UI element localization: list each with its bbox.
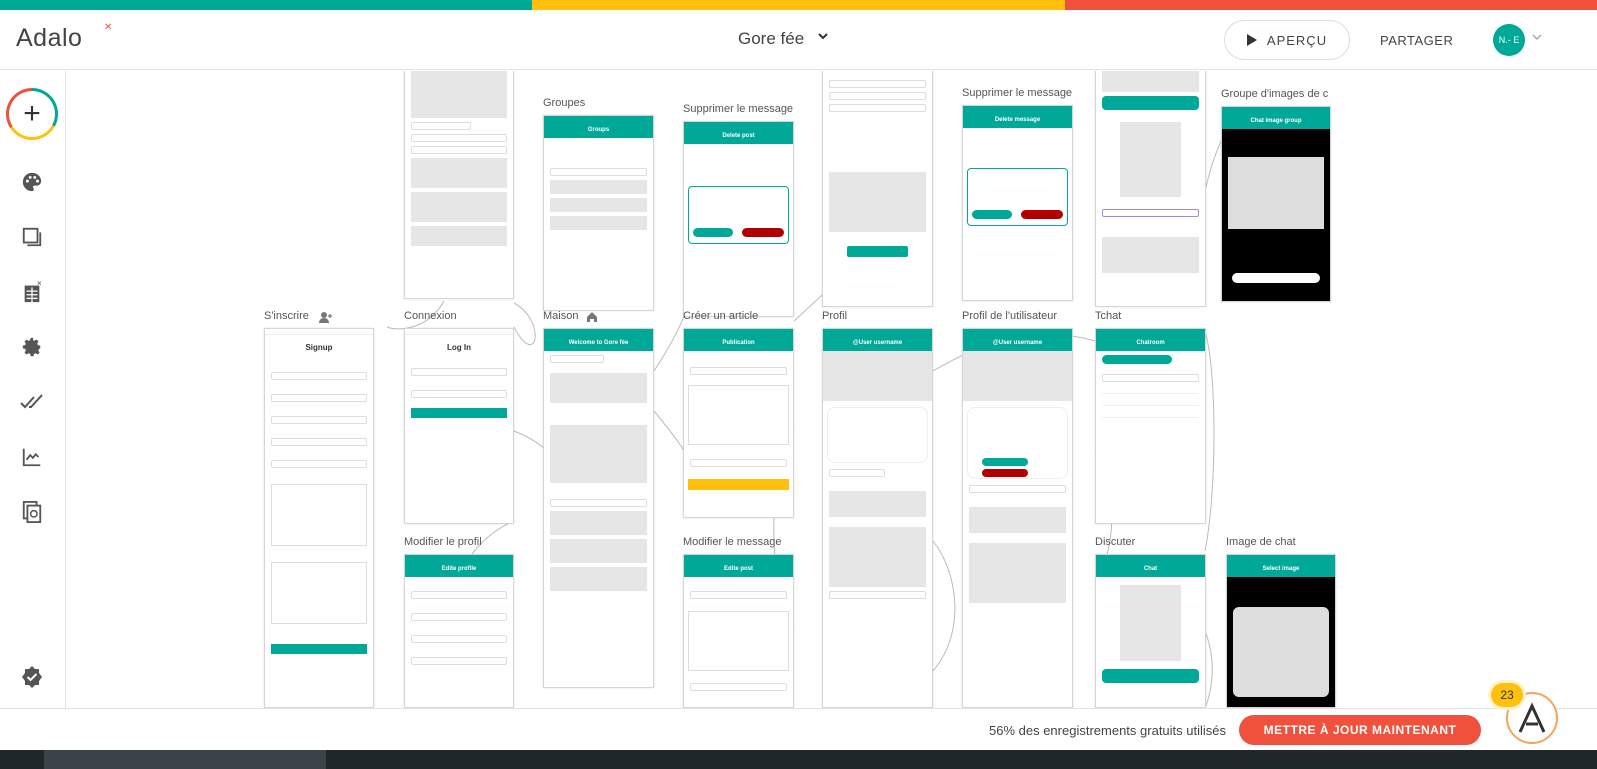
adalo-logo[interactable]: Adalo [16, 24, 82, 53]
checks-icon[interactable] [18, 388, 46, 416]
screen-signup[interactable]: Signup [264, 328, 374, 708]
screen-title: Chat [1096, 561, 1205, 577]
screen-label: S'inscrire [264, 310, 309, 322]
screen-title: Delete message [963, 112, 1072, 128]
verified-icon[interactable] [18, 663, 46, 691]
screen-create-post[interactable]: Publication [683, 328, 794, 518]
screen-profile[interactable]: @User username [822, 328, 933, 708]
screen-partial-settings[interactable] [822, 71, 933, 307]
screen-title: Chat image group [1222, 113, 1330, 129]
screens-icon[interactable] [18, 223, 46, 251]
screen-home[interactable]: Welcome to Gore fée [543, 328, 654, 688]
screen-label: Supprimer le message [683, 103, 794, 115]
notification-badge: 23 [1491, 683, 1523, 707]
screen-label: Tchat [1095, 310, 1122, 322]
screen-chatroom[interactable]: Chatroom [1095, 328, 1206, 524]
usage-text: 56% des enregistrements gratuits utilisé… [989, 723, 1227, 738]
screen-title: Select image [1227, 561, 1335, 577]
play-icon [1246, 34, 1257, 46]
preview-button[interactable]: APERÇU [1224, 20, 1350, 60]
screen-user-profile[interactable]: @User username [962, 328, 1073, 708]
add-icon: + [9, 91, 55, 137]
screen-label: Connexion [404, 310, 457, 322]
analytics-icon[interactable] [18, 443, 46, 471]
screen-title: Edite post [684, 561, 793, 577]
screen-label: Profil de l'utilisateur [962, 310, 1058, 322]
chevron-down-icon[interactable] [817, 29, 829, 45]
screen-label: Groupes [543, 97, 586, 109]
add-component-button[interactable]: + [6, 88, 58, 140]
screen-label: Profil [822, 310, 848, 322]
app-name-dropdown[interactable]: Gore fée [738, 29, 804, 49]
left-toolbar: + ✕ [0, 71, 66, 708]
preview-label: APERÇU [1266, 32, 1328, 48]
screen-title: Signup [305, 343, 333, 352]
screen-chat-image-group[interactable]: Chat image group [1221, 106, 1331, 302]
logo-mark-icon: ✕ [104, 22, 113, 33]
screen-label: Groupe d'images de c [1221, 88, 1329, 100]
screen-groups[interactable]: Groups [543, 115, 654, 311]
avatar[interactable]: N.- E [1493, 24, 1525, 56]
upgrade-button[interactable]: METTRE À JOUR MAINTENANT [1239, 715, 1481, 745]
publish-icon[interactable] [18, 498, 46, 526]
screen-title: Edite profile [405, 561, 513, 577]
screen-delete-message[interactable]: Delete message [962, 105, 1073, 301]
screen-label: Modifier le profil [404, 536, 482, 548]
screen-title: Log In [447, 343, 471, 352]
screen-label: Créer un article [683, 310, 759, 322]
screen-partial-post[interactable] [404, 71, 514, 299]
palette-icon[interactable] [18, 168, 46, 196]
screen-canvas[interactable]: Groupes Groups Supprimer le message Dele… [67, 71, 1597, 708]
brand-stripe [0, 0, 1597, 10]
user-add-icon [319, 312, 332, 323]
screen-title: Groups [544, 122, 653, 138]
os-taskbar [0, 750, 1597, 769]
taskbar-tab[interactable] [44, 750, 326, 769]
screen-login[interactable]: Log In [404, 328, 514, 524]
screen-label: Discuter [1095, 536, 1136, 548]
screen-partial-chat[interactable] [1095, 71, 1206, 307]
screen-edit-profile[interactable]: Edite profile [404, 554, 514, 708]
screen-discuss[interactable]: Chat [1095, 554, 1206, 708]
screen-title: Welcome to Gore fée [544, 335, 653, 351]
share-button[interactable]: PARTAGER [1380, 33, 1453, 48]
screen-label: Image de chat [1226, 536, 1296, 548]
avatar-chevron-icon[interactable] [1531, 31, 1543, 46]
svg-text:✕: ✕ [37, 280, 42, 288]
top-header: Adalo ✕ Gore fée APERÇU PARTAGER N.- E [0, 10, 1597, 70]
screen-title: @User username [963, 335, 1072, 351]
footer-bar: 56% des enregistrements gratuits utilisé… [0, 708, 1597, 750]
home-icon [587, 312, 597, 322]
screen-label: Supprimer le message [962, 87, 1073, 99]
screen-title: Chatroom [1096, 335, 1205, 351]
screen-delete-post[interactable]: Delete post [683, 121, 794, 317]
screen-select-image[interactable]: Select image [1226, 554, 1336, 708]
screen-title: Delete post [684, 128, 793, 144]
gear-icon[interactable] [18, 333, 46, 361]
screen-label: Modifier le message [683, 536, 782, 548]
database-icon[interactable]: ✕ [18, 278, 46, 306]
screen-edit-post[interactable]: Edite post [683, 554, 794, 708]
screen-title: Publication [684, 335, 793, 351]
screen-label: Maison [543, 310, 579, 322]
screen-title: @User username [823, 335, 932, 351]
